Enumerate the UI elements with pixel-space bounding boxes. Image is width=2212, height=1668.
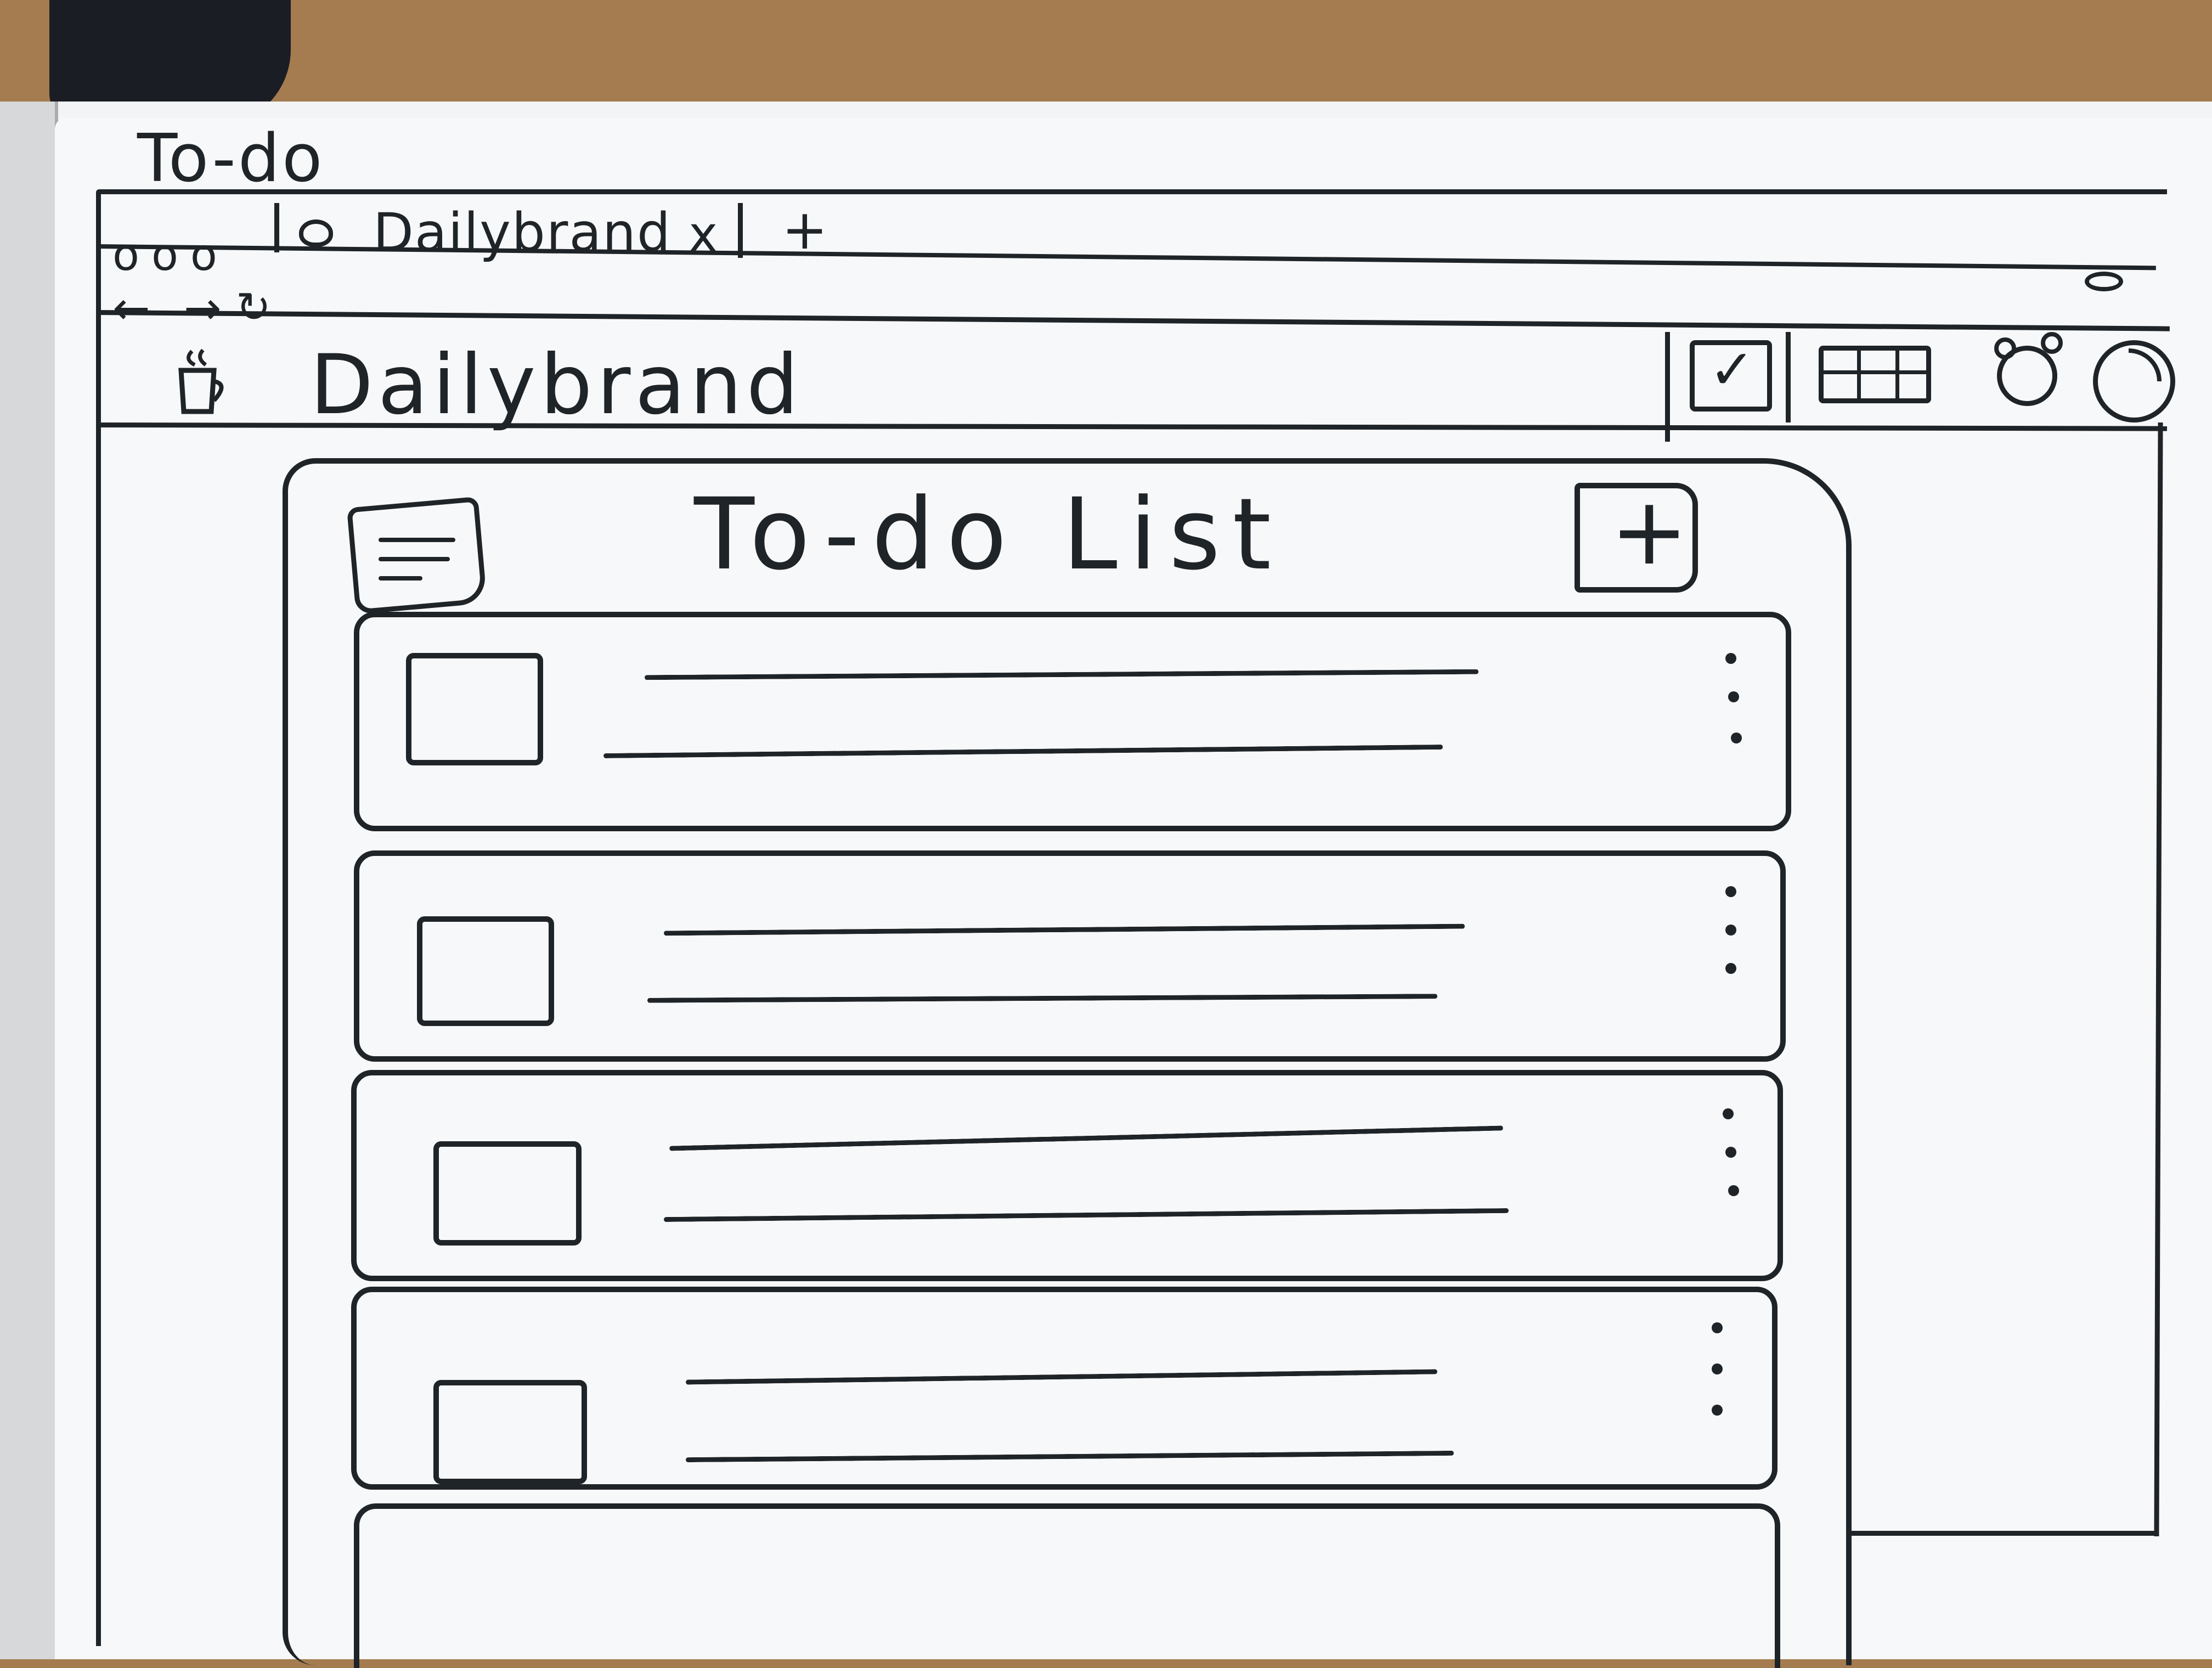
more-options-icon <box>1725 1147 1736 1158</box>
more-options-icon[interactable] <box>1725 653 1736 664</box>
alarm-clock-icon[interactable] <box>1997 346 2057 406</box>
back-arrow-icon[interactable]: ← <box>112 283 150 335</box>
more-options-icon <box>1712 1363 1723 1374</box>
sketch-title: To-do <box>137 121 325 197</box>
task-checkbox[interactable] <box>433 1141 582 1246</box>
nav-divider <box>1665 332 1670 442</box>
tab-close-icon[interactable]: x <box>689 206 718 263</box>
task-item[interactable] <box>351 1070 1783 1281</box>
nav-divider <box>1786 332 1791 422</box>
task-text-placeholder <box>644 669 1479 680</box>
logo-icon <box>178 348 224 414</box>
plus-icon: + <box>1610 477 1689 586</box>
task-text-placeholder <box>647 994 1438 1003</box>
more-options-icon <box>1728 1185 1739 1196</box>
more-options-icon <box>1712 1405 1723 1416</box>
browser-tab-title[interactable]: Dailybrand <box>373 202 672 263</box>
task-text-placeholder <box>603 744 1443 759</box>
task-item[interactable] <box>354 612 1791 831</box>
calendar-icon[interactable] <box>1819 346 1931 403</box>
calendar-grid-line <box>1857 346 1861 403</box>
more-options-icon[interactable] <box>1723 1108 1734 1119</box>
menu-icon-line <box>379 557 450 561</box>
tab-divider <box>738 203 743 258</box>
task-item[interactable] <box>351 1287 1778 1490</box>
tab-favicon-icon <box>299 219 333 247</box>
new-tab-button[interactable]: + <box>782 198 828 262</box>
more-options-icon <box>1731 732 1742 743</box>
reload-icon[interactable]: ↻ <box>236 283 271 331</box>
menu-icon-line <box>379 576 422 581</box>
window-controls[interactable]: ooo <box>112 229 229 280</box>
more-options-icon <box>1728 691 1739 702</box>
task-checkbox[interactable] <box>417 916 554 1026</box>
tab-divider <box>274 203 279 252</box>
app-name[interactable]: Dailybrand <box>310 337 803 433</box>
calendar-grid-line <box>1819 370 1931 374</box>
task-item[interactable] <box>354 850 1786 1062</box>
notebook-gutter <box>0 102 58 1659</box>
more-options-icon <box>1725 963 1736 974</box>
menu-icon-line <box>379 538 455 542</box>
calendar-grid-line <box>1895 346 1899 403</box>
extension-icon[interactable] <box>2085 272 2123 291</box>
task-item[interactable] <box>354 1503 1780 1668</box>
more-options-icon[interactable] <box>1712 1322 1723 1333</box>
task-text-placeholder <box>663 1208 1509 1222</box>
menu-icon[interactable] <box>346 496 488 615</box>
task-text-placeholder <box>663 923 1465 936</box>
forward-arrow-icon[interactable]: → <box>184 283 222 335</box>
task-checkbox[interactable] <box>406 653 543 765</box>
check-icon: ✓ <box>1709 337 1755 402</box>
right-panel-bottom <box>1846 1531 2159 1536</box>
todo-list-title: To-do List <box>694 477 1284 592</box>
task-text-placeholder <box>685 1450 1454 1463</box>
task-text-placeholder <box>669 1125 1503 1151</box>
task-text-placeholder <box>686 1369 1437 1385</box>
task-checkbox[interactable] <box>433 1380 587 1484</box>
more-options-icon <box>1725 925 1736 936</box>
more-options-icon[interactable] <box>1725 886 1736 897</box>
